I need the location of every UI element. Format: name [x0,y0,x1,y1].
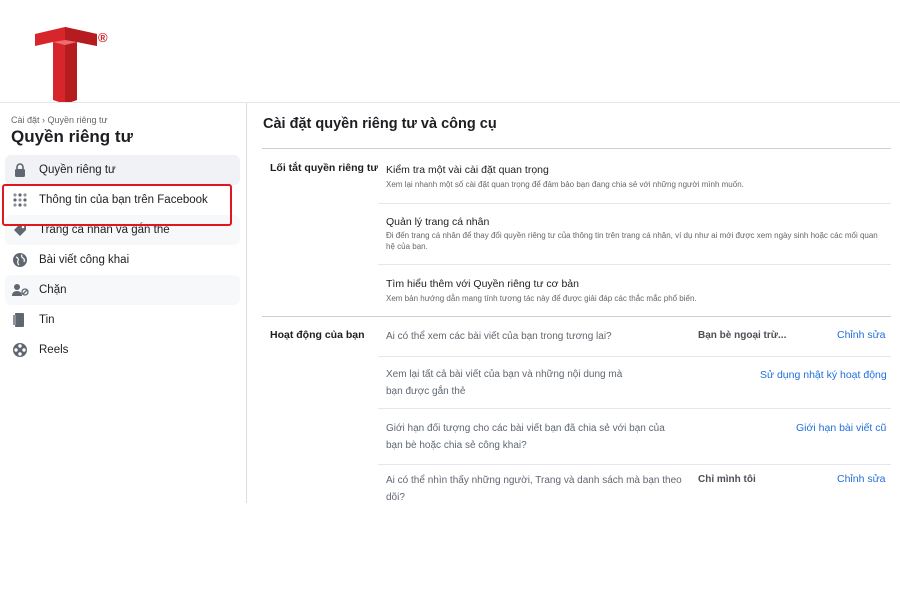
sidebar-item-label: Tin [39,314,55,326]
sidebar-item-label: Bài viết công khai [39,254,130,266]
your-activity-label: Hoạt động của bạn [270,329,365,341]
row-description: Xem bản hướng dẫn mang tính tương tác nà… [386,294,697,303]
row-description: Đi đến trang cá nhân để thay đổi quyền r… [386,231,878,251]
settings-sidebar: Cài đặt › Quyền riêng tư Quyền riêng tư … [0,103,247,503]
row-description: Xem lại nhanh một số cài đặt quan trọng … [386,180,744,189]
row-title: Kiểm tra một vài cài đặt quan trọng [386,164,549,176]
lock-person-icon [11,161,29,179]
shortcut-row-privacy-basics[interactable]: Tìm hiểu thêm với Quyền riêng tư cơ bản … [378,265,891,315]
activity-row-following-list: Ai có thể nhìn thấy những người, Trang v… [378,465,891,503]
row-title: Tìm hiểu thêm với Quyền riêng tư cơ bản [386,278,579,290]
globe-icon [11,251,29,269]
audience-value: Chỉ mình tôi [698,474,756,485]
row-question: Ai có thể nhìn thấy những người, Trang v… [386,475,682,503]
breadcrumb[interactable]: Cài đặt › Quyền riêng tư [11,115,108,125]
sidebar-item-blocking[interactable]: Chặn [5,275,240,305]
sidebar-item-label: Quyền riêng tư [39,164,116,176]
edit-link[interactable]: Chỉnh sửa [837,329,885,341]
edit-link[interactable]: Chỉnh sửa [837,473,885,485]
row-question: Ai có thể xem các bài viết của bạn trong… [386,331,612,342]
activity-row-review-posts: Xem lại tất cả bài viết của bạn và những… [378,357,891,409]
book-icon [11,311,29,329]
highlight-annotation-box [2,184,232,226]
sidebar-item-privacy[interactable]: Quyền riêng tư [5,155,240,185]
shortcut-row-manage-profile[interactable]: Quản lý trang cá nhân Đi đến trang cá nh… [378,204,891,265]
use-activity-log-link[interactable]: Sử dụng nhật ký hoạt động [760,369,887,381]
section-heading: Cài đặt quyền riêng tư và công cụ [263,116,497,132]
activity-row-future-posts: Ai có thể xem các bài viết của bạn trong… [378,317,891,357]
page-title: Quyền riêng tư [11,127,133,146]
registered-mark: ® [98,30,108,45]
activity-row-limit-past-posts: Giới hạn đối tượng cho các bài viết bạn … [378,409,891,465]
audience-value: Bạn bè ngoại trừ... [698,330,787,341]
sidebar-item-label: Reels [39,344,69,356]
main-content: Cài đặt quyền riêng tư và công cụ Lối tắ… [262,103,892,503]
sidebar-item-label: Chặn [39,284,67,296]
film-reel-icon [11,341,29,359]
sidebar-item-public-posts[interactable]: Bài viết công khai [5,245,240,275]
row-question: Giới hạn đối tượng cho các bài viết bạn … [386,423,665,451]
privacy-shortcuts-label: Lối tắt quyền riêng tư [270,162,378,174]
sidebar-item-reels[interactable]: Reels [5,335,240,365]
limit-past-posts-link[interactable]: Giới hạn bài viết cũ [796,422,886,434]
block-user-icon [11,281,29,299]
row-title: Quản lý trang cá nhân [386,216,490,228]
sidebar-item-stories[interactable]: Tin [5,305,240,335]
row-question: Xem lại tất cả bài viết của bạn và những… [386,369,623,397]
heading-divider [262,148,891,149]
shortcut-row-check-settings[interactable]: Kiểm tra một vài cài đặt quan trọng Xem … [378,154,891,204]
